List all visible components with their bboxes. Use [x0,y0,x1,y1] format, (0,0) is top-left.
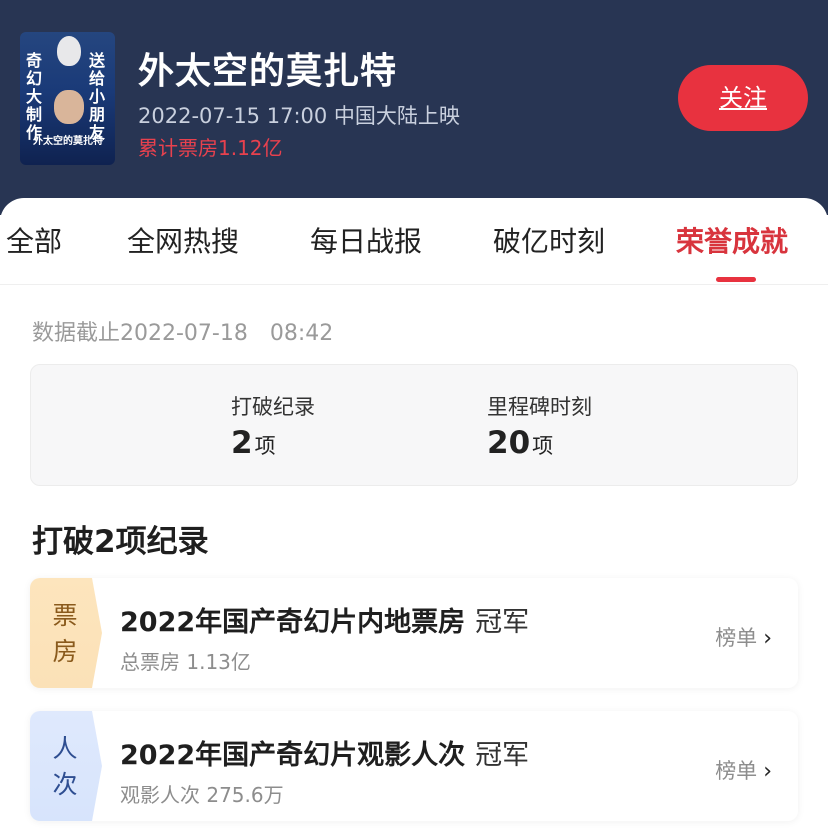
tab-hot-search[interactable]: 全网热搜 [127,220,239,260]
record-subtitle: 观影人次 275.6万 [120,783,284,807]
boxoffice-value: 1.12亿 [218,136,283,160]
tab-bar: 全部 全网热搜 每日战报 破亿时刻 荣誉成就 [0,198,828,285]
record-title: 2022年国产奇幻片内地票房 冠军 [120,600,529,639]
poster-tagline-left: 奇幻大制作 [26,51,43,142]
tab-honors[interactable]: 荣誉成就 [676,220,788,260]
poster-tagline-right: 送给小朋友 [89,51,106,142]
follow-button[interactable]: 关注 [678,65,808,131]
milestones-count: 20项 [487,425,553,461]
records-label: 打破纪录 [231,395,315,419]
milestones-count-number: 20 [487,425,531,461]
tab-100m-moment[interactable]: 破亿时刻 [493,220,605,260]
movie-title: 外太空的莫扎特 [138,51,398,92]
milestones-label: 里程碑时刻 [487,395,592,419]
poster-actor-figure [54,90,84,124]
tab-daily-report[interactable]: 每日战报 [310,220,422,260]
milestones-count-unit: 项 [532,434,554,458]
movie-poster[interactable]: 奇幻大制作 送给小朋友 外太空的莫扎特 [20,32,115,165]
record-subtitle: 总票房 1.13亿 [120,650,251,674]
boxoffice-total: 累计票房1.12亿 [138,132,283,161]
record-card-attendance[interactable]: 人次 2022年国产奇幻片观影人次 冠军 观影人次 275.6万 榜单 › [30,711,798,821]
data-cutoff-time: 数据截止2022-07-18 08:42 [32,321,334,346]
release-info: 2022-07-15 17:00 中国大陆上映 [138,104,460,128]
active-tab-indicator [716,277,756,282]
poster-title: 外太空的莫扎特 [33,136,103,147]
tab-all[interactable]: 全部 [6,220,62,260]
record-card-boxoffice[interactable]: 票房 2022年国产奇幻片内地票房 冠军 总票房 1.13亿 榜单 › [30,578,798,688]
section-title: 打破2项纪录 [32,524,209,560]
chevron-right-icon: › [763,626,772,651]
record-rank: 冠军 [475,607,530,638]
poster-mask-figure [57,36,81,66]
ranking-link-label[interactable]: 榜单 [715,759,757,783]
record-title: 2022年国产奇幻片观影人次 冠军 [120,733,529,772]
records-count-number: 2 [231,425,253,461]
record-badge: 人次 [30,711,102,821]
record-rank: 冠军 [475,740,530,771]
boxoffice-label: 累计票房 [138,136,218,160]
ranking-link[interactable]: 榜单 › [715,755,772,785]
record-badge-text: 人次 [52,734,78,799]
record-badge: 票房 [30,578,102,688]
record-title-text: 2022年国产奇幻片内地票房 [120,607,466,638]
record-title-text: 2022年国产奇幻片观影人次 [120,740,466,771]
ranking-link-label[interactable]: 榜单 [715,626,757,650]
movie-header: 奇幻大制作 送给小朋友 外太空的莫扎特 外太空的莫扎特 2022-07-15 1… [0,0,828,215]
chevron-right-icon: › [763,759,772,784]
records-count: 2项 [231,425,276,461]
records-count-unit: 项 [254,434,276,458]
honors-summary-card: 打破纪录 2项 里程碑时刻 20项 [30,364,798,486]
ranking-link[interactable]: 榜单 › [715,622,772,652]
record-badge-text: 票房 [52,601,78,666]
